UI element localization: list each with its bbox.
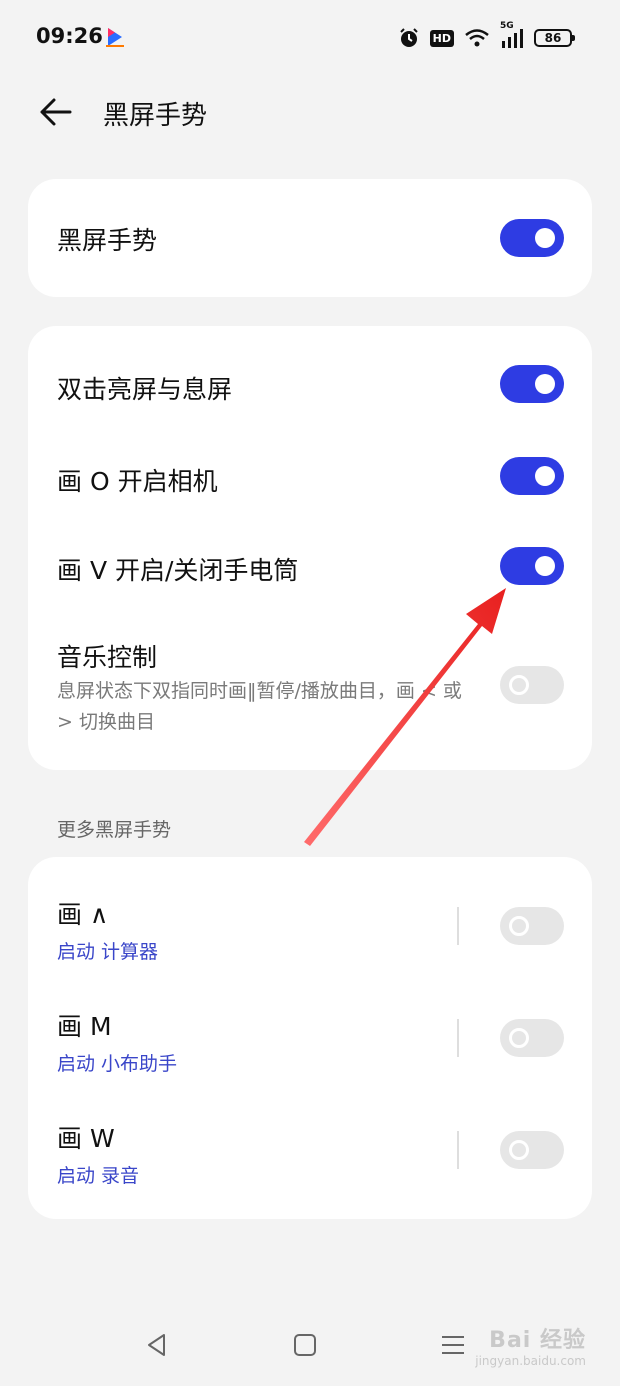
row-divider (457, 1019, 459, 1057)
toggle-knob (535, 556, 555, 576)
more-action[interactable]: 启动 计算器 (57, 937, 158, 964)
gesture-row-draw-v[interactable]: 画 V 开启/关闭手电筒 (28, 526, 592, 616)
app-logo-icon (106, 28, 124, 47)
gesture-title: 画 V 开启/关闭手电筒 (57, 556, 299, 585)
alarm-icon (398, 27, 420, 49)
more-row-w[interactable]: 画 W 启动 录音 (28, 1094, 592, 1219)
more-action[interactable]: 启动 录音 (57, 1161, 139, 1188)
gesture-row-double-tap[interactable]: 双击亮屏与息屏 (28, 326, 592, 436)
recents-menu-icon[interactable] (438, 1330, 468, 1360)
battery-icon: 86 (534, 29, 575, 47)
more-action[interactable]: 启动 小布助手 (57, 1049, 177, 1076)
gesture-title: 双击亮屏与息屏 (57, 375, 233, 404)
watermark-sub: jingyan.baidu.com (475, 1354, 586, 1368)
watermark-main: Bai 经验 (489, 1328, 586, 1353)
gesture-title: 画 O 开启相机 (57, 467, 218, 496)
row-divider (457, 907, 459, 945)
more-toggle-w[interactable] (500, 1131, 564, 1169)
more-gestures-card: 画 ∧ 启动 计算器 画 M 启动 小布助手 画 W 启动 录音 (28, 857, 592, 1219)
signal-icon: 5G (500, 21, 524, 49)
header: 黑屏手势 (0, 80, 620, 144)
toggle-knob (509, 1028, 529, 1048)
home-square-icon[interactable] (290, 1330, 320, 1360)
toggle-knob (509, 675, 529, 695)
more-title: 画 M (57, 1012, 112, 1041)
master-card: 黑屏手势 (28, 179, 592, 297)
toggle-knob (535, 228, 555, 248)
gesture-toggle-draw-v[interactable] (500, 547, 564, 585)
gesture-subtitle: 息屏状态下双指同时画‖暂停/播放曲目，画 < 或 > 切换曲目 (57, 680, 462, 733)
master-toggle[interactable] (500, 219, 564, 257)
hd-icon: HD (429, 29, 454, 47)
toggle-knob (509, 1140, 529, 1160)
gesture-title: 音乐控制 (57, 643, 158, 672)
status-icons: HD 5G 86 (398, 21, 575, 52)
toggle-knob (535, 466, 555, 486)
master-row[interactable]: 黑屏手势 (28, 179, 592, 297)
watermark: Bai 经验 jingyan.baidu.com (475, 1322, 586, 1368)
toggle-knob (535, 374, 555, 394)
row-divider (457, 1131, 459, 1169)
back-triangle-icon[interactable] (142, 1330, 172, 1360)
more-row-m[interactable]: 画 M 启动 小布助手 (28, 982, 592, 1094)
page-title: 黑屏手势 (103, 101, 208, 131)
gesture-row-music[interactable]: 音乐控制 息屏状态下双指同时画‖暂停/播放曲目，画 < 或 > 切换曲目 (28, 616, 592, 770)
more-row-caret[interactable]: 画 ∧ 启动 计算器 (28, 857, 592, 982)
network-label: 5G (500, 21, 514, 31)
more-title: 画 W (57, 1124, 115, 1153)
more-toggle-caret[interactable] (500, 907, 564, 945)
more-title: 画 ∧ (57, 900, 109, 929)
wifi-icon (464, 28, 490, 48)
gesture-toggle-music[interactable] (500, 666, 564, 704)
back-arrow-icon[interactable] (36, 92, 76, 132)
gesture-toggle-draw-o[interactable] (500, 457, 564, 495)
section-label-more: 更多黑屏手势 (57, 819, 172, 841)
more-toggle-m[interactable] (500, 1019, 564, 1057)
gestures-card: 双击亮屏与息屏 画 O 开启相机 画 V 开启/关闭手电筒 音乐控制 息屏状态下… (28, 326, 592, 770)
gesture-toggle-double-tap[interactable] (500, 365, 564, 403)
battery-level: 86 (544, 31, 562, 45)
status-bar: 09:26 HD 5G 86 (0, 0, 620, 76)
master-label: 黑屏手势 (57, 226, 158, 255)
toggle-knob (509, 916, 529, 936)
status-time: 09:26 (36, 24, 103, 48)
gesture-row-draw-o[interactable]: 画 O 开启相机 (28, 436, 592, 526)
